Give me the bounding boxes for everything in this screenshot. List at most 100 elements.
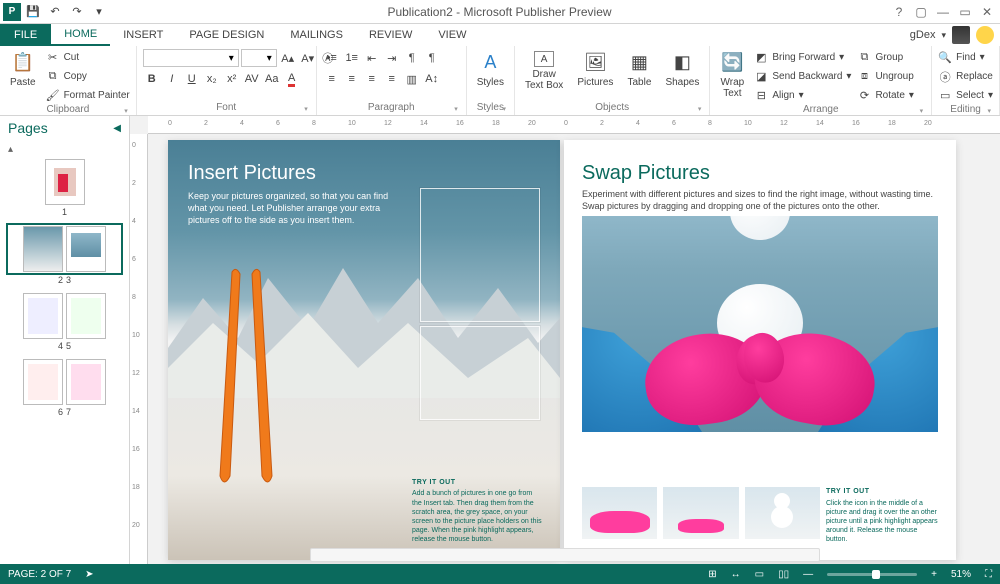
pictures-button[interactable]: 🖼Pictures bbox=[573, 49, 617, 90]
view-single-page-button[interactable]: ▭ bbox=[755, 569, 764, 580]
page-thumb-2[interactable] bbox=[23, 226, 63, 272]
underline-button[interactable]: U bbox=[183, 70, 201, 88]
paragraph-pilcrow-button[interactable]: ¶ bbox=[423, 49, 441, 67]
tab-review[interactable]: REVIEW bbox=[356, 24, 425, 46]
page-thumb-4[interactable] bbox=[23, 293, 63, 339]
ribbon-display-options[interactable]: ▢ bbox=[912, 3, 930, 21]
left-tryout-title: TRY IT OUT bbox=[412, 478, 542, 487]
pages-panel-collapse-icon[interactable]: ◀ bbox=[113, 123, 121, 134]
cut-button[interactable]: ✂Cut bbox=[46, 49, 130, 66]
tab-insert[interactable]: INSERT bbox=[110, 24, 176, 46]
status-object-size-icon[interactable]: ↔ bbox=[731, 569, 741, 580]
align-button[interactable]: ⊟Align ▾ bbox=[754, 87, 851, 104]
select-button[interactable]: ▭Select ▾ bbox=[938, 87, 993, 104]
shrink-font-button[interactable]: A▾ bbox=[299, 49, 317, 67]
avatar[interactable] bbox=[952, 26, 970, 44]
qat-customize[interactable]: ▾ bbox=[89, 2, 109, 22]
bold-button[interactable]: B bbox=[143, 70, 161, 88]
table-button[interactable]: ▦Table bbox=[623, 49, 655, 90]
align-right-button[interactable]: ≡ bbox=[363, 70, 381, 88]
tab-page-design[interactable]: PAGE DESIGN bbox=[176, 24, 277, 46]
status-object-position-icon[interactable]: ⊞ bbox=[708, 569, 716, 580]
qat-redo[interactable]: ↷ bbox=[67, 2, 87, 22]
status-page-indicator[interactable]: PAGE: 2 OF 7 bbox=[8, 569, 71, 580]
bring-forward-button[interactable]: ◩Bring Forward ▾ bbox=[754, 49, 851, 66]
subscript-button[interactable]: x₂ bbox=[203, 70, 221, 88]
char-spacing-button[interactable]: AV bbox=[243, 70, 261, 88]
bullets-button[interactable]: •≡ bbox=[323, 49, 341, 67]
increase-indent-button[interactable]: ⇥ bbox=[383, 49, 401, 67]
qat-save[interactable]: 💾 bbox=[23, 2, 43, 22]
format-painter-button[interactable]: 🖌Format Painter bbox=[46, 87, 130, 104]
decrease-indent-button[interactable]: ⇤ bbox=[363, 49, 381, 67]
canvas-area[interactable]: 0246810121416182002468101214161820 02468… bbox=[130, 116, 1000, 564]
line-spacing-button[interactable]: ¶ bbox=[403, 49, 421, 67]
font-family-combo[interactable]: ▾ bbox=[143, 49, 239, 67]
columns-button[interactable]: ▥ bbox=[403, 70, 421, 88]
account-name[interactable]: gDex bbox=[910, 29, 936, 41]
send-backward-button[interactable]: ◪Send Backward ▾ bbox=[754, 68, 851, 85]
close-button[interactable]: ✕ bbox=[978, 3, 996, 21]
right-tryout-block: TRY IT OUT Click the icon in the middle … bbox=[826, 487, 938, 544]
shapes-icon: ◧ bbox=[670, 51, 694, 75]
shapes-button[interactable]: ◧Shapes bbox=[661, 49, 703, 90]
qat-undo[interactable]: ↶ bbox=[45, 2, 65, 22]
align-center-button[interactable]: ≡ bbox=[343, 70, 361, 88]
page-thumb-1[interactable] bbox=[45, 159, 85, 205]
tab-file[interactable]: FILE bbox=[0, 24, 51, 46]
view-two-page-button[interactable]: ▯▯ bbox=[778, 569, 789, 580]
font-size-combo[interactable]: ▾ bbox=[241, 49, 277, 67]
numbering-button[interactable]: 1≡ bbox=[343, 49, 361, 67]
grow-font-button[interactable]: A▴ bbox=[279, 49, 297, 67]
thumb-label: 1 bbox=[62, 207, 67, 217]
replace-button[interactable]: ⓐReplace bbox=[938, 68, 993, 85]
page-thumb-6[interactable] bbox=[23, 359, 63, 405]
page-left[interactable]: Insert Pictures Keep your pictures organ… bbox=[168, 140, 560, 560]
swap-thumb-2[interactable] bbox=[663, 487, 738, 539]
page-thumb-5[interactable] bbox=[66, 293, 106, 339]
page-thumb-7[interactable] bbox=[66, 359, 106, 405]
font-color-button[interactable]: A bbox=[283, 70, 301, 88]
ungroup-icon: ⧈ bbox=[857, 70, 871, 84]
horizontal-scrollbar[interactable] bbox=[310, 548, 820, 562]
find-button[interactable]: 🔍Find ▾ bbox=[938, 49, 993, 66]
justify-button[interactable]: ≡ bbox=[383, 70, 401, 88]
group-objects-button[interactable]: ⧉Group bbox=[857, 49, 914, 66]
group-font: ▾ ▾ A▴ A▾ Ⓐ B I U x₂ x² AV Aa A Font bbox=[137, 46, 317, 115]
avatar-alt[interactable] bbox=[976, 26, 994, 44]
italic-button[interactable]: I bbox=[163, 70, 181, 88]
swap-thumb-3[interactable] bbox=[745, 487, 820, 539]
picture-placeholder-1[interactable] bbox=[420, 188, 540, 322]
align-left-button[interactable]: ≡ bbox=[323, 70, 341, 88]
minimize-button[interactable]: — bbox=[934, 3, 952, 21]
tab-mailings[interactable]: MAILINGS bbox=[277, 24, 356, 46]
rotate-button[interactable]: ⟳Rotate ▾ bbox=[857, 87, 914, 104]
superscript-button[interactable]: x² bbox=[223, 70, 241, 88]
text-direction-button[interactable]: A↕ bbox=[423, 70, 441, 88]
styles-button[interactable]: A Styles bbox=[473, 49, 508, 90]
thumb-label: 5 bbox=[66, 341, 71, 351]
swap-thumb-1[interactable] bbox=[582, 487, 657, 539]
ungroup-button[interactable]: ⧈Ungroup bbox=[857, 68, 914, 85]
pages-tree-collapse-icon[interactable]: ▴ bbox=[8, 144, 121, 155]
zoom-fit-button[interactable]: ⛶ bbox=[985, 569, 992, 580]
help-icon[interactable]: ? bbox=[890, 3, 908, 21]
tab-home[interactable]: HOME bbox=[51, 24, 110, 46]
zoom-in-button[interactable]: + bbox=[931, 569, 937, 580]
account-menu-chevron[interactable]: ▾ bbox=[941, 30, 946, 41]
zoom-out-button[interactable]: — bbox=[803, 569, 813, 580]
copy-button[interactable]: ⧉Copy bbox=[46, 68, 130, 85]
page-thumb-3[interactable] bbox=[66, 226, 106, 272]
draw-text-box-button[interactable]: ADraw Text Box bbox=[521, 49, 567, 93]
wrap-text-button[interactable]: 🔄Wrap Text bbox=[716, 49, 748, 101]
page-right[interactable]: Swap Pictures Experiment with different … bbox=[564, 140, 956, 560]
thumb-label: 2 bbox=[58, 275, 63, 285]
maximize-button[interactable]: ▭ bbox=[956, 3, 974, 21]
right-page-heading: Swap Pictures bbox=[582, 162, 710, 185]
zoom-level[interactable]: 51% bbox=[951, 569, 971, 580]
paste-button[interactable]: 📋 Paste bbox=[6, 49, 40, 90]
text-effects-button[interactable]: Aa bbox=[263, 70, 281, 88]
picture-placeholder-2[interactable] bbox=[420, 326, 540, 420]
tab-view[interactable]: VIEW bbox=[425, 24, 479, 46]
zoom-slider[interactable] bbox=[827, 573, 917, 576]
